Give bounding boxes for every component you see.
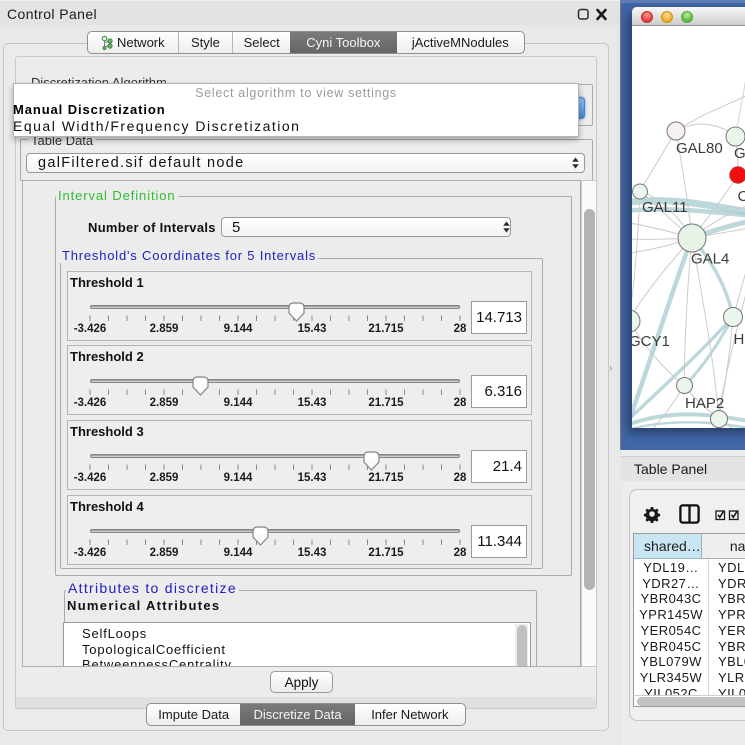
svg-text:GAL11: GAL11 <box>642 199 688 216</box>
svg-text:C: C <box>738 188 745 205</box>
svg-text:GCY1: GCY1 <box>632 333 670 350</box>
svg-text:GA: GA <box>734 145 745 162</box>
svg-text:H: H <box>734 331 745 348</box>
svg-text:GAL80: GAL80 <box>676 140 723 157</box>
svg-text:HAP2: HAP2 <box>685 395 724 412</box>
svg-text:GAL4: GAL4 <box>691 251 729 268</box>
